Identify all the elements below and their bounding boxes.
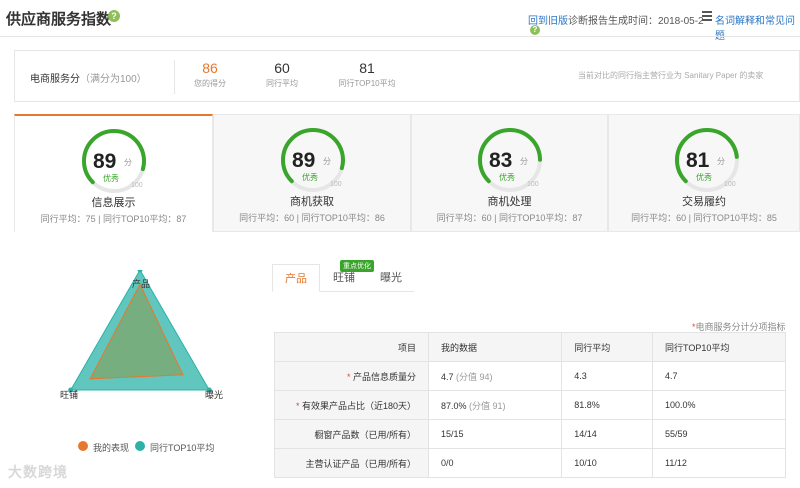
peer-average-cell: 4.3 bbox=[561, 361, 654, 391]
score-card-lead-acquisition[interactable]: 89 分 优秀 100 商机获取 同行平均：60 | 同行TOP10平均：86 bbox=[213, 114, 411, 232]
score-gauge: 81 分 优秀 100 bbox=[672, 125, 742, 195]
row-label: * 有效果产品占比（近180天） bbox=[274, 390, 429, 420]
table-row: 橱窗产品数（已用/所有） 15/15 14/14 55/59 bbox=[274, 419, 786, 449]
score-unit: 分 bbox=[520, 157, 528, 166]
card-stats: 同行平均：60 | 同行TOP10平均：85 bbox=[631, 213, 777, 223]
peer-top10-metric: 81 同行TOP10平均 bbox=[327, 60, 407, 89]
page-title: 供应商服务指数 bbox=[6, 11, 112, 28]
card-stats: 同行平均：60 | 同行TOP10平均：86 bbox=[239, 213, 385, 223]
card-title: 商机获取 bbox=[290, 196, 334, 208]
priority-badge: 重点优化 bbox=[340, 260, 374, 272]
divider bbox=[0, 36, 800, 37]
score-max: 100 bbox=[724, 181, 736, 188]
score-max: 100 bbox=[330, 181, 342, 188]
score-value: 81 bbox=[686, 149, 710, 172]
score-rating: 优秀 bbox=[302, 173, 318, 182]
tab-exposure[interactable]: 曝光 bbox=[368, 264, 414, 292]
score-rating: 优秀 bbox=[103, 174, 119, 183]
score-unit: 分 bbox=[717, 157, 725, 166]
score-max: 100 bbox=[131, 182, 143, 189]
radar-plot bbox=[68, 267, 212, 393]
list-icon bbox=[702, 11, 712, 21]
score-value: 89 bbox=[292, 149, 316, 172]
my-data-cell: 4.7 (分值 94) bbox=[427, 361, 563, 391]
score-rating: 优秀 bbox=[696, 173, 712, 182]
legend-swatch-mine bbox=[78, 441, 88, 451]
score-gauge: 89 分 优秀 100 bbox=[79, 126, 149, 196]
table-header-row: 项目 我的数据 同行平均 同行TOP10平均 bbox=[274, 332, 786, 362]
radar-axis-label: 曝光 bbox=[205, 390, 224, 400]
my-score-metric: 86 您的得分 bbox=[170, 60, 250, 89]
legend-swatch-top10 bbox=[135, 441, 145, 451]
peer-average-cell: 14/14 bbox=[561, 419, 654, 449]
watermark: 大数跨境 bbox=[8, 464, 68, 480]
row-label: 橱窗产品数（已用/所有） bbox=[274, 419, 429, 449]
score-unit: 分 bbox=[124, 158, 132, 167]
table-row: * 有效果产品占比（近180天） 87.0% (分值 91) 81.8% 100… bbox=[274, 390, 786, 420]
peer-top10-cell: 4.7 bbox=[652, 361, 786, 391]
metric-value: 81 bbox=[359, 60, 375, 76]
metric-label: 同行平均 bbox=[266, 79, 298, 88]
score-card-lead-handling[interactable]: 83 分 优秀 100 商机处理 同行平均：60 | 同行TOP10平均：87 bbox=[411, 114, 608, 232]
row-label: * 产品信息质量分 bbox=[274, 361, 429, 391]
row-label-text: 产品信息质量分 bbox=[352, 371, 416, 382]
table-row: 主营认证产品（已用/所有） 0/0 10/10 11/12 bbox=[274, 448, 786, 478]
row-label: 主营认证产品（已用/所有） bbox=[274, 448, 429, 478]
cell-value: 4.7 bbox=[441, 371, 454, 382]
radar-chart bbox=[50, 267, 240, 460]
help-icon[interactable]: ? bbox=[108, 10, 120, 22]
peer-comparison-note: 当前对比的同行指主营行业为 Sanitary Paper 的卖家 bbox=[578, 71, 764, 80]
score-gauge: 89 分 优秀 100 bbox=[278, 125, 348, 195]
score-gauge: 83 分 优秀 100 bbox=[475, 125, 545, 195]
card-stats: 同行平均：60 | 同行TOP10平均：87 bbox=[436, 213, 583, 223]
score-unit: 分 bbox=[323, 157, 331, 166]
score-card-transaction-fulfillment[interactable]: 81 分 优秀 100 交易履约 同行平均：60 | 同行TOP10平均：85 bbox=[608, 114, 800, 232]
my-data-cell: 15/15 bbox=[427, 419, 563, 449]
my-data-cell: 0/0 bbox=[427, 448, 563, 478]
cell-value: 87.0% bbox=[441, 400, 467, 411]
tab-product[interactable]: 产品 bbox=[272, 264, 320, 292]
help-icon[interactable]: ? bbox=[530, 25, 540, 35]
card-title: 信息展示 bbox=[91, 197, 136, 209]
row-label-text: 有效果产品占比（近180天） bbox=[301, 400, 416, 411]
metric-label: 同行TOP10平均 bbox=[338, 79, 396, 88]
cell-note: (分值 94) bbox=[456, 371, 493, 382]
score-rating: 优秀 bbox=[499, 173, 515, 182]
metric-label: 您的得分 bbox=[194, 79, 226, 88]
peer-average-cell: 81.8% bbox=[561, 390, 654, 420]
cell-note: (分值 91) bbox=[469, 400, 506, 411]
report-time: 诊断报告生成时间：2018-05-2 bbox=[568, 16, 704, 27]
radar-axis-label: 产品 bbox=[132, 279, 151, 289]
faq-link[interactable]: 名词解释和常见问题 bbox=[715, 12, 800, 42]
card-title: 交易履约 bbox=[682, 196, 726, 208]
metric-value: 60 bbox=[274, 60, 290, 76]
column-header: 项目 bbox=[274, 332, 429, 362]
peer-top10-cell: 55/59 bbox=[652, 419, 786, 449]
legend-label: 同行TOP10平均 bbox=[150, 443, 215, 453]
peer-top10-cell: 11/12 bbox=[652, 448, 786, 478]
column-header: 同行平均 bbox=[561, 332, 654, 362]
metric-value: 86 bbox=[202, 60, 218, 76]
legend-label: 我的表现 bbox=[93, 443, 130, 453]
service-score-title: 电商服务分 bbox=[30, 74, 80, 85]
peer-average-cell: 10/10 bbox=[561, 448, 654, 478]
service-score-label: 电商服务分（满分为100） bbox=[30, 70, 147, 85]
my-data-cell: 87.0% (分值 91) bbox=[427, 390, 563, 420]
column-header: 我的数据 bbox=[427, 332, 563, 362]
score-value: 83 bbox=[489, 149, 513, 172]
table-row: * 产品信息质量分 4.7 (分值 94) 4.3 4.7 bbox=[274, 361, 786, 391]
column-header: 同行TOP10平均 bbox=[652, 332, 786, 362]
score-value: 89 bbox=[93, 150, 117, 173]
metrics-table: 项目 我的数据 同行平均 同行TOP10平均 * 产品信息质量分 4.7 (分值… bbox=[274, 332, 786, 478]
service-score-note: （满分为100） bbox=[80, 74, 147, 85]
card-title: 商机处理 bbox=[487, 196, 532, 208]
score-max: 100 bbox=[527, 181, 539, 188]
footnote-text: 电商服务分计分项指标 bbox=[695, 322, 786, 332]
score-card-info-display[interactable]: 89 分 优秀 100 信息展示 同行平均：75 | 同行TOP10平均：87 bbox=[14, 114, 213, 232]
radar-axis-label: 旺铺 bbox=[60, 390, 79, 400]
peer-average-metric: 60 同行平均 bbox=[242, 60, 322, 89]
card-stats: 同行平均：75 | 同行TOP10平均：87 bbox=[40, 214, 187, 224]
peer-top10-cell: 100.0% bbox=[652, 390, 786, 420]
